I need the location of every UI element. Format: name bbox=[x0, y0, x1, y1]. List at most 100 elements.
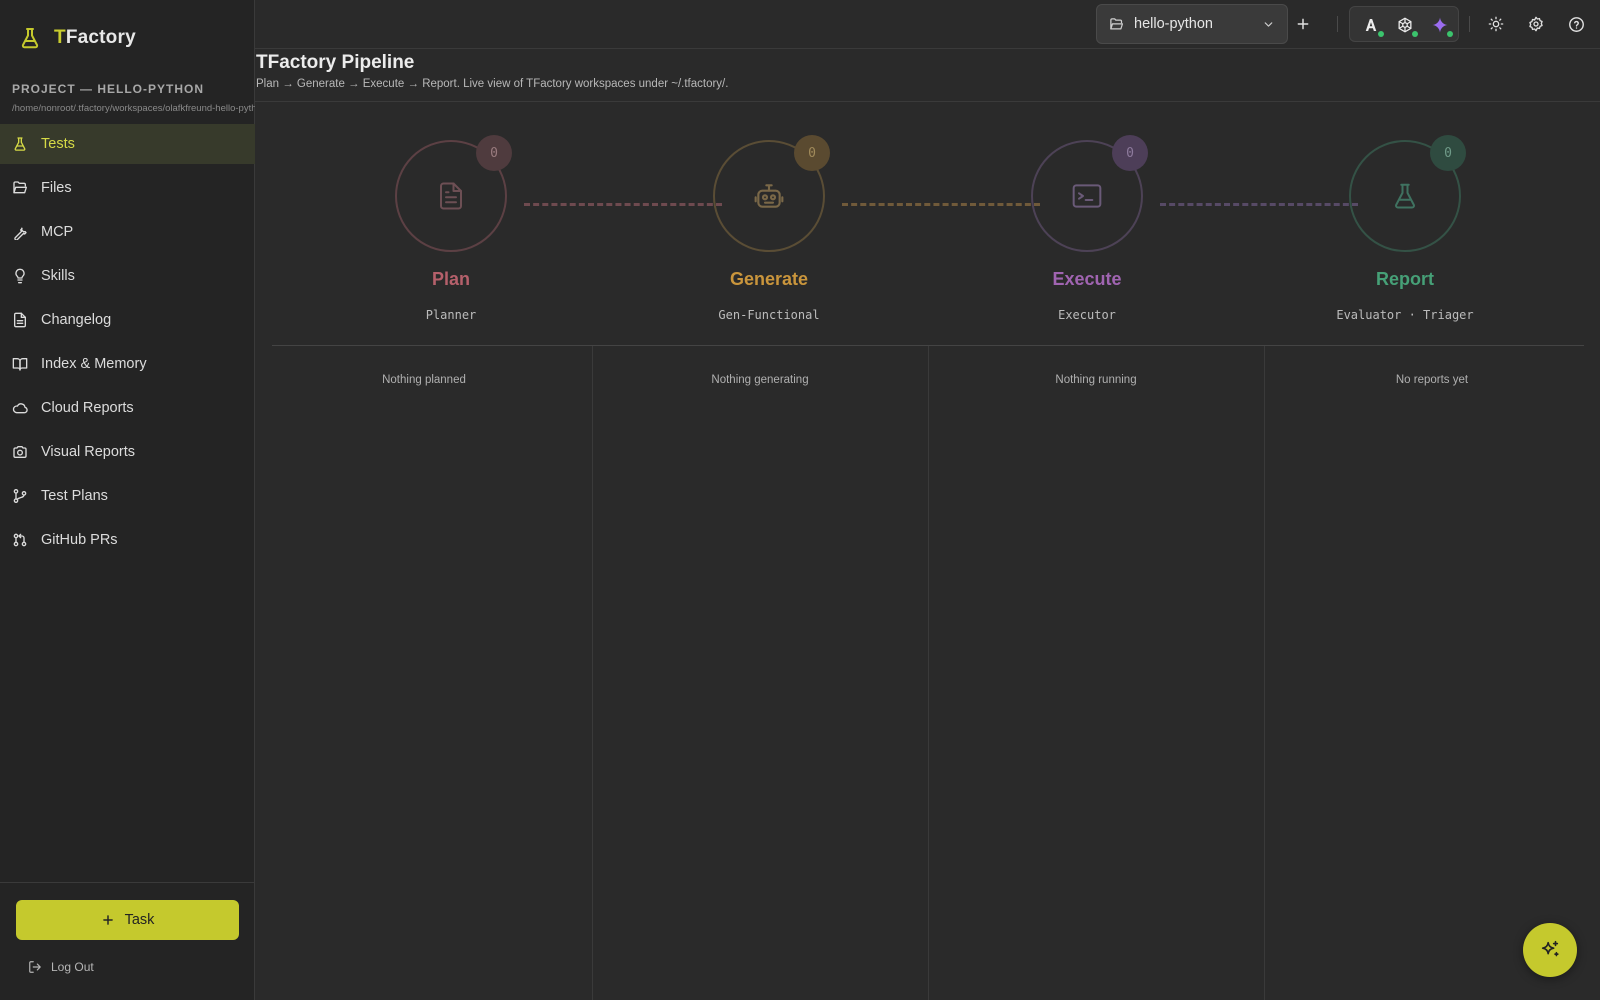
stage-plan-count-badge: 0 bbox=[476, 135, 512, 171]
sidebar-item-label: Files bbox=[41, 180, 72, 196]
stage-generate-count-badge: 0 bbox=[794, 135, 830, 171]
task-button-label: Task bbox=[124, 912, 155, 928]
sidebar-item-index-memory[interactable]: Index & Memory bbox=[0, 344, 255, 384]
git-branch-icon bbox=[13, 489, 27, 503]
page-title: TFactory Pipeline bbox=[256, 52, 415, 73]
brand[interactable]: TFactory bbox=[18, 26, 136, 50]
project-label: PROJECT — HELLO-PYTHON bbox=[12, 82, 205, 96]
status-dot bbox=[1447, 31, 1453, 37]
stage-execute-count-badge: 0 bbox=[1112, 135, 1148, 171]
sidebar-item-label: Tests bbox=[41, 136, 75, 152]
sun-icon bbox=[1488, 16, 1504, 32]
sidebar-divider bbox=[0, 882, 255, 883]
sidebar-item-changelog[interactable]: Changelog bbox=[0, 300, 255, 340]
help-circle-icon bbox=[1568, 16, 1584, 32]
toolbar-separator bbox=[1469, 16, 1470, 32]
column-separator bbox=[592, 346, 593, 1000]
model-selector-group bbox=[1349, 6, 1459, 42]
logout-button[interactable]: Log Out bbox=[28, 960, 94, 974]
sidebar-item-cloud-reports[interactable]: Cloud Reports bbox=[0, 388, 255, 428]
pipeline-connector bbox=[524, 203, 722, 206]
anthropic-icon bbox=[1365, 19, 1377, 31]
stage-report-count-badge: 0 bbox=[1430, 135, 1466, 171]
stage-report-title: Report bbox=[1376, 269, 1434, 289]
sidebar-item-tests[interactable]: Tests bbox=[0, 124, 255, 164]
column-separator bbox=[928, 346, 929, 1000]
ai-assistant-button[interactable] bbox=[1523, 923, 1577, 977]
sparkles-icon bbox=[1541, 940, 1559, 957]
sidebar-item-github-prs[interactable]: GitHub PRs bbox=[0, 520, 255, 560]
brand-name: TFactory bbox=[54, 27, 136, 48]
git-pull-request-icon bbox=[13, 533, 27, 547]
project-select[interactable]: hello-python bbox=[1096, 4, 1288, 44]
book-open-icon bbox=[12, 358, 28, 371]
new-task-button[interactable]: Task bbox=[16, 900, 239, 940]
project-path: /home/nonroot/.tfactory/workspaces/olafk… bbox=[12, 103, 255, 114]
add-project-button[interactable] bbox=[1291, 12, 1315, 36]
top-bar: hello-python bbox=[255, 0, 1600, 49]
sidebar-item-test-plans[interactable]: Test Plans bbox=[0, 476, 255, 516]
pipeline-connector bbox=[1160, 203, 1358, 206]
gear-icon bbox=[1529, 16, 1543, 32]
stage-plan-title: Plan bbox=[431, 269, 470, 289]
page-subtitle: Plan → Generate → Execute → Report. Live… bbox=[256, 78, 729, 90]
camera-icon bbox=[13, 446, 27, 458]
sidebar-item-files[interactable]: Files bbox=[0, 168, 255, 208]
sidebar-item-label: Skills bbox=[41, 268, 75, 284]
report-column-empty: No reports yet bbox=[1395, 374, 1469, 386]
status-dot bbox=[1378, 31, 1384, 37]
header-divider bbox=[255, 101, 1600, 102]
terminal-icon bbox=[1072, 184, 1102, 208]
stage-report-agent: Evaluator · Triager bbox=[1336, 308, 1474, 322]
sidebar-item-label: GitHub PRs bbox=[41, 532, 118, 548]
stage-plan-agent: Planner bbox=[425, 308, 477, 322]
pipeline-connector bbox=[842, 203, 1040, 206]
flask-icon bbox=[14, 137, 26, 151]
anthropic-model-button[interactable] bbox=[1360, 14, 1384, 37]
folder-open-icon bbox=[13, 181, 27, 194]
project-select-value: hello-python bbox=[1134, 16, 1213, 32]
gemini-icon bbox=[1432, 17, 1448, 33]
sidebar-item-skills[interactable]: Skills bbox=[0, 256, 255, 296]
plus-icon bbox=[1297, 18, 1309, 30]
toolbar-separator bbox=[1337, 16, 1338, 32]
stage-execute-title: Execute bbox=[1052, 269, 1122, 289]
sidebar-item-label: Index & Memory bbox=[41, 356, 147, 372]
logout-icon bbox=[29, 961, 41, 973]
help-button[interactable] bbox=[1564, 12, 1588, 36]
execute-column-empty: Nothing running bbox=[1055, 374, 1137, 386]
sidebar: TFactory PROJECT — HELLO-PYTHON /home/no… bbox=[0, 0, 255, 1000]
sidebar-item-label: MCP bbox=[41, 224, 74, 240]
sidebar-item-label: Visual Reports bbox=[41, 444, 136, 460]
stage-generate-agent: Gen-Functional bbox=[718, 308, 820, 322]
settings-button[interactable] bbox=[1524, 12, 1548, 36]
logout-label: Log Out bbox=[51, 960, 94, 974]
sidebar-item-label: Test Plans bbox=[41, 488, 108, 504]
file-text-icon bbox=[14, 312, 26, 328]
cloud-icon bbox=[12, 403, 28, 414]
stage-execute-agent: Executor bbox=[1058, 308, 1116, 322]
status-dot bbox=[1412, 31, 1418, 37]
plus-icon bbox=[102, 915, 113, 925]
chevron-down-icon bbox=[1264, 22, 1273, 27]
wrench-icon bbox=[14, 227, 27, 240]
sidebar-nav: Tests Files MCP Skills Changelog Index &… bbox=[0, 124, 255, 564]
stage-generate-title: Generate bbox=[729, 269, 809, 289]
generate-column-empty: Nothing generating bbox=[711, 374, 809, 386]
robot-icon bbox=[754, 184, 784, 208]
flask-logo-icon bbox=[21, 28, 39, 49]
gemini-model-button[interactable] bbox=[1429, 14, 1453, 37]
document-icon bbox=[440, 182, 462, 210]
theme-toggle-button[interactable] bbox=[1484, 12, 1508, 36]
folder-icon bbox=[1110, 17, 1124, 29]
sidebar-item-label: Cloud Reports bbox=[41, 400, 134, 416]
sidebar-item-visual-reports[interactable]: Visual Reports bbox=[0, 432, 255, 472]
sidebar-item-label: Changelog bbox=[41, 312, 112, 328]
lightbulb-icon bbox=[15, 268, 25, 284]
openai-model-button[interactable] bbox=[1394, 14, 1418, 37]
sidebar-item-mcp[interactable]: MCP bbox=[0, 212, 255, 252]
plan-column-empty: Nothing planned bbox=[382, 374, 466, 386]
openai-icon bbox=[1398, 17, 1412, 33]
flask-icon bbox=[1395, 183, 1415, 209]
column-separator bbox=[1264, 346, 1265, 1000]
